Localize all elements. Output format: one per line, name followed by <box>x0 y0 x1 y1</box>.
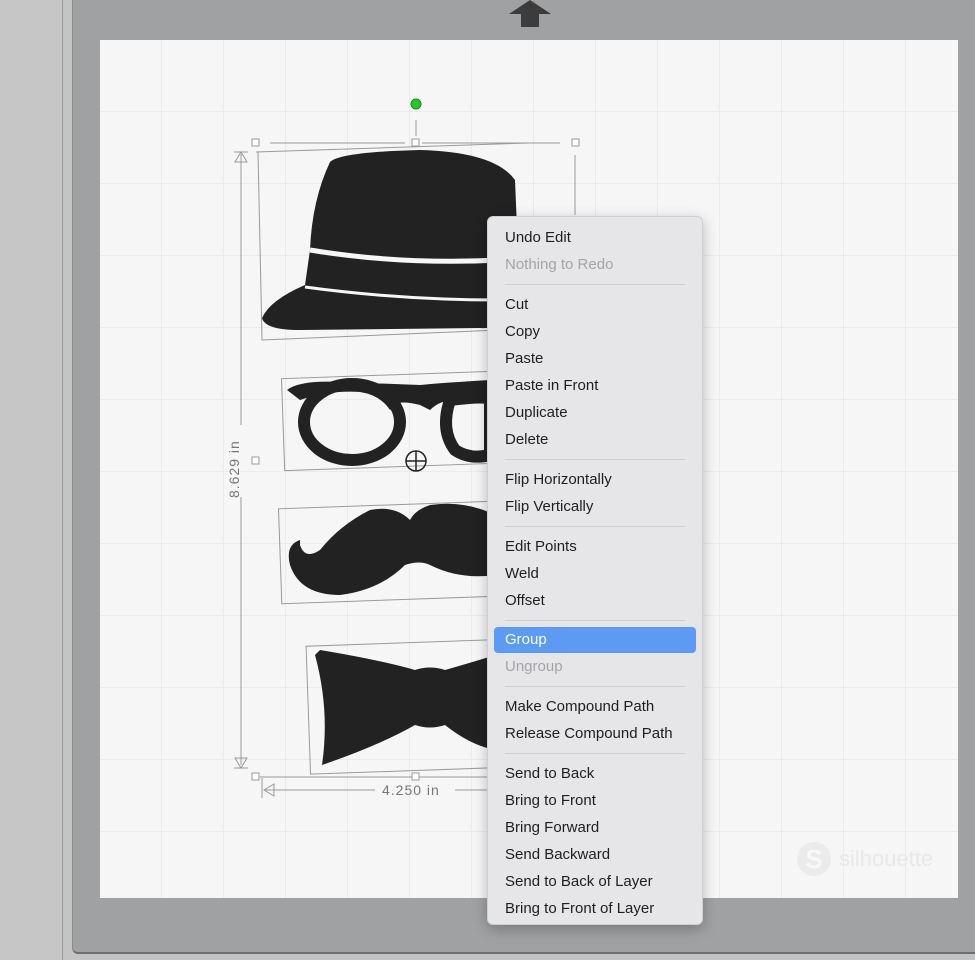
center-crosshair-icon <box>405 450 427 472</box>
menu-item-paste[interactable]: Paste <box>494 345 696 372</box>
menu-item-paste-in-front[interactable]: Paste in Front <box>494 372 696 399</box>
menu-item-weld[interactable]: Weld <box>494 560 696 587</box>
menu-item-release-compound-path[interactable]: Release Compound Path <box>494 720 696 747</box>
rotate-handle[interactable] <box>410 98 422 110</box>
menu-separator <box>505 620 685 621</box>
menu-separator <box>505 284 685 285</box>
menu-item-flip-vertically[interactable]: Flip Vertically <box>494 493 696 520</box>
menu-item-bring-to-front-of-layer[interactable]: Bring to Front of Layer <box>494 895 696 922</box>
menu-item-flip-horizontally[interactable]: Flip Horizontally <box>494 466 696 493</box>
shapes <box>262 150 520 765</box>
menu-separator <box>505 459 685 460</box>
menu-item-offset[interactable]: Offset <box>494 587 696 614</box>
menu-item-ungroup: Ungroup <box>505 658 563 675</box>
menu-item-group[interactable]: Group <box>494 627 696 653</box>
menu-item-duplicate[interactable]: Duplicate <box>494 399 696 426</box>
mustache-shape <box>288 503 495 595</box>
menu-item-bring-forward[interactable]: Bring Forward <box>494 814 696 841</box>
menu-item-delete[interactable]: Delete <box>494 426 696 453</box>
width-dimension-label: 4.250 in <box>382 782 440 798</box>
bowtie-shape <box>315 650 495 765</box>
menu-item-copy[interactable]: Copy <box>494 318 696 345</box>
hat-shape <box>262 150 520 330</box>
menu-item-nothing-to-redo: Nothing to Redo <box>505 256 614 273</box>
context-menu: Undo Edit Nothing to Redo Cut Copy Paste Past… <box>487 216 703 925</box>
menu-item-cut[interactable]: Cut <box>494 291 696 318</box>
glasses-shape <box>287 378 496 466</box>
menu-item-make-compound-path[interactable]: Make Compound Path <box>494 693 696 720</box>
height-dimension-label: 8.629 in <box>226 440 242 498</box>
menu-item-undo-edit[interactable]: Undo Edit <box>494 224 696 251</box>
menu-item-send-to-back-of-layer[interactable]: Send to Back of Layer <box>494 868 696 895</box>
menu-separator <box>505 526 685 527</box>
menu-item-send-backward[interactable]: Send Backward <box>494 841 696 868</box>
silhouette-logo-icon: S <box>797 842 831 876</box>
menu-item-edit-points[interactable]: Edit Points <box>494 533 696 560</box>
silhouette-watermark: Ssilhouette <box>797 842 933 876</box>
menu-item-bring-to-front[interactable]: Bring to Front <box>494 787 696 814</box>
menu-separator <box>505 753 685 754</box>
watermark-text: silhouette <box>839 846 934 871</box>
menu-separator <box>505 686 685 687</box>
menu-item-send-to-back[interactable]: Send to Back <box>494 760 696 787</box>
